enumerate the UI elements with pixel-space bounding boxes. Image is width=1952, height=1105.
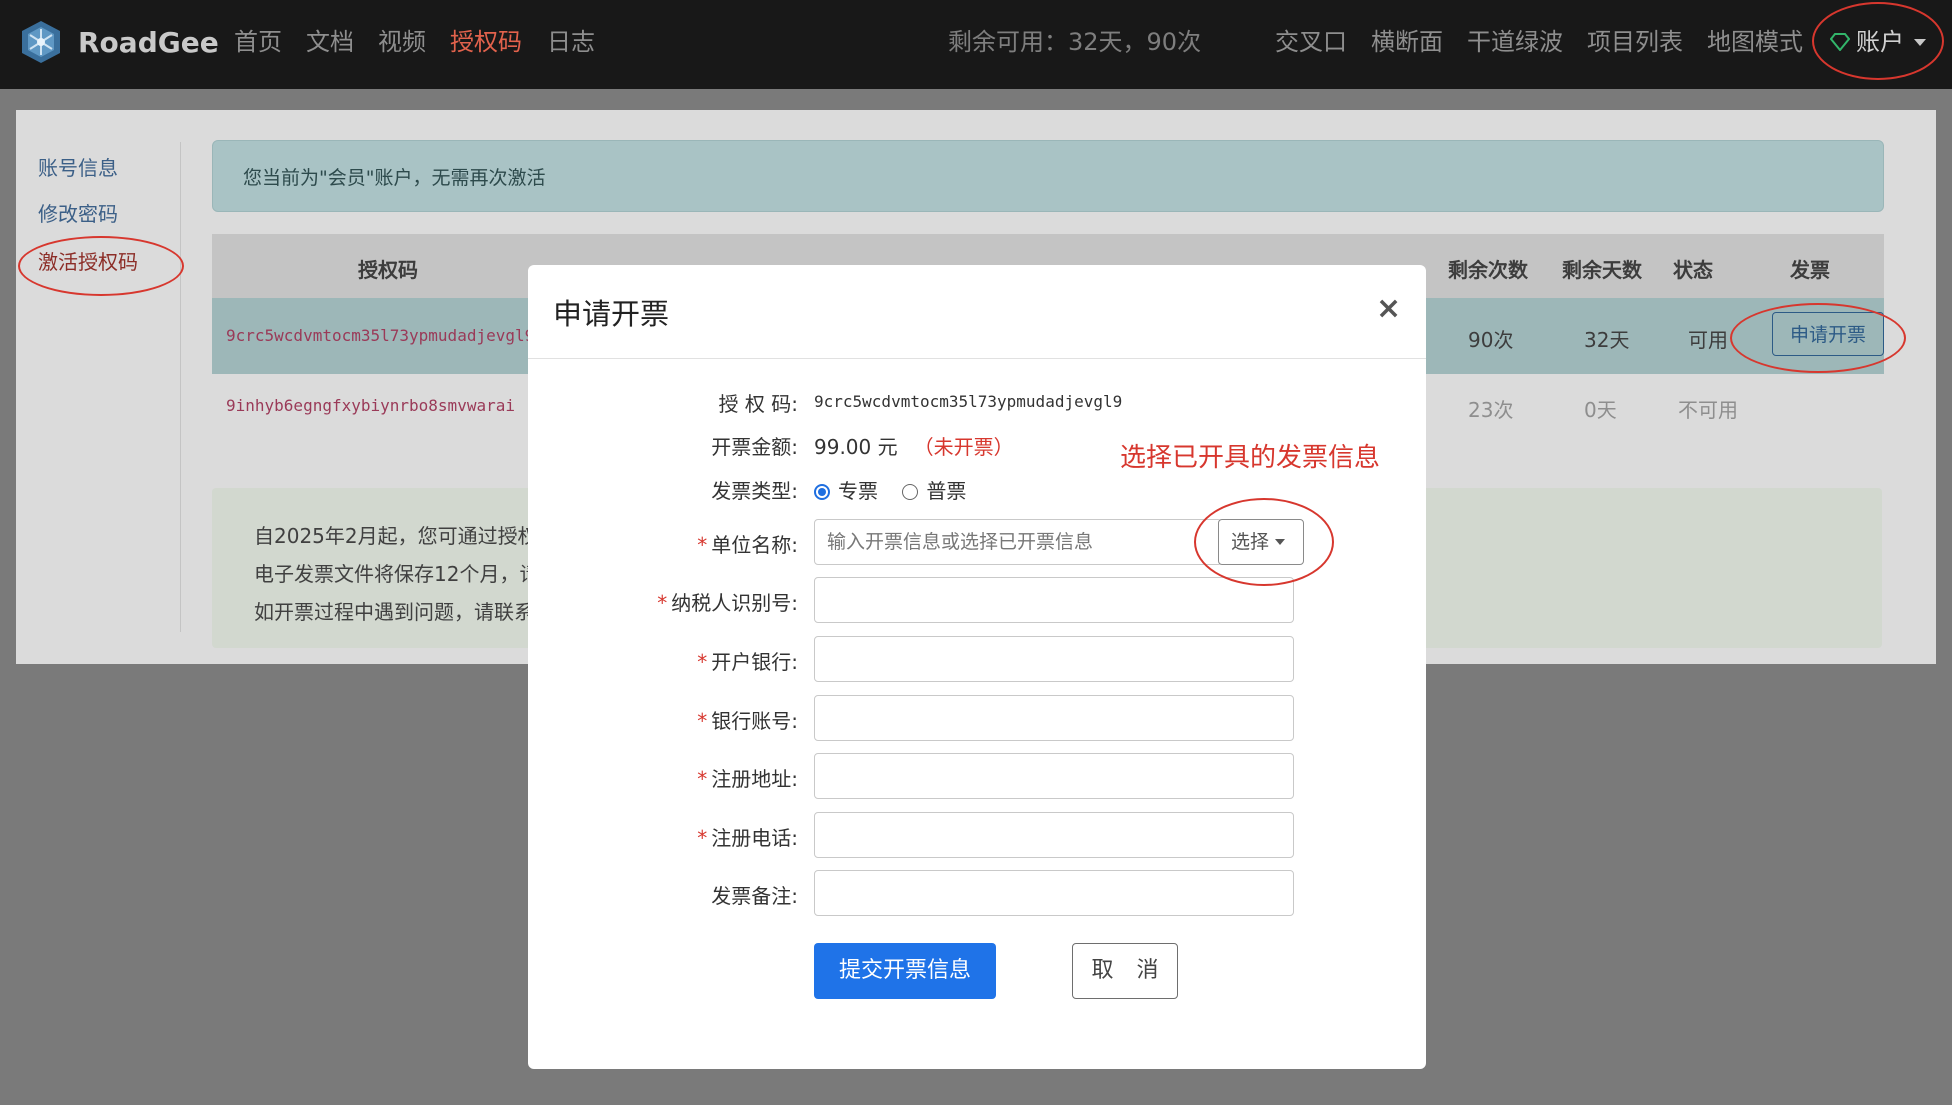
info-line: 电子发票文件将保存12个月，请 — [254, 562, 540, 586]
nav-log[interactable]: 日志 — [547, 24, 595, 60]
code-label: 授 权 码: — [718, 392, 798, 416]
tax-id-input[interactable] — [814, 577, 1294, 623]
note-input[interactable] — [814, 870, 1294, 916]
invoice-type-label: 发票类型: — [711, 479, 798, 503]
alert-text: 您当前为"会员"账户，无需再次激活 — [243, 167, 546, 189]
highlight-circle-sidebar — [18, 236, 184, 296]
nav-intersection[interactable]: 交叉口 — [1275, 24, 1347, 60]
nav-green-wave[interactable]: 干道绿波 — [1467, 24, 1563, 60]
note-label: 发票备注: — [711, 884, 798, 908]
nav-cross-section[interactable]: 横断面 — [1371, 24, 1443, 60]
th-code: 授权码 — [358, 258, 418, 282]
member-alert: 您当前为"会员"账户，无需再次激活 — [212, 140, 1884, 212]
annotation-select-hint: 选择已开具的发票信息 — [1120, 443, 1381, 473]
sidebar-divider — [180, 142, 181, 632]
radio-special-label: 专票 — [838, 479, 878, 503]
invoice-type-group: 专票 普票 — [814, 475, 966, 504]
modal-title: 申请开票 — [553, 297, 670, 331]
phone-label: * 注册电话: — [697, 826, 798, 850]
address-input[interactable] — [814, 753, 1294, 799]
info-line: 如开票过程中遇到问题，请联系 — [254, 600, 534, 624]
account-number-input[interactable] — [814, 695, 1294, 741]
radio-normal-invoice[interactable] — [902, 484, 919, 500]
th-status: 状态 — [1673, 258, 1713, 282]
modal-divider — [528, 358, 1426, 359]
sidebar-item-account-info[interactable]: 账号信息 — [38, 152, 118, 181]
remaining-quota: 剩余可用：32天，90次 — [948, 28, 1202, 56]
amount-status: （未开票） — [913, 435, 1014, 459]
nav-docs[interactable]: 文档 — [306, 24, 354, 60]
nav-videos[interactable]: 视频 — [378, 24, 426, 60]
highlight-circle-select — [1194, 498, 1334, 586]
remaining-times: 90次 — [1468, 328, 1514, 352]
company-name-input[interactable] — [814, 519, 1222, 565]
remaining-days: 0天 — [1584, 398, 1617, 422]
code-value: 9crc5wcdvmtocm35l73ypmudadjevgl9 — [814, 392, 1123, 411]
close-icon[interactable]: × — [1376, 291, 1401, 326]
remaining-times: 23次 — [1468, 398, 1514, 422]
cancel-button[interactable]: 取 消 — [1072, 943, 1178, 999]
info-line: 自2025年2月起，您可通过授权 — [254, 524, 538, 548]
th-remaining-days: 剩余天数 — [1562, 258, 1642, 282]
phone-input[interactable] — [814, 812, 1294, 858]
top-navbar: RoadGee 首页 文档 视频 授权码 日志 剩余可用：32天，90次 交叉口… — [0, 0, 1952, 89]
license-code: 9inhyb6egngfxybiynrbo8smvwarai — [226, 396, 515, 415]
submit-invoice-button[interactable]: 提交开票信息 — [814, 943, 996, 999]
nav-map-mode[interactable]: 地图模式 — [1707, 24, 1803, 60]
invoice-modal: 申请开票 × 授 权 码: 9crc5wcdvmtocm35l73ypmudad… — [528, 265, 1426, 1069]
amount-value: 99.00 元 — [814, 435, 898, 459]
company-label: * 单位名称: — [697, 533, 798, 557]
license-code: 9crc5wcdvmtocm35l73ypmudadjevgl9 — [226, 326, 535, 345]
roadgee-logo-icon — [22, 21, 60, 63]
sidebar-item-change-password[interactable]: 修改密码 — [38, 198, 118, 227]
brand-name: RoadGee — [78, 25, 219, 59]
status: 不可用 — [1678, 398, 1738, 422]
tax-id-label: * 纳税人识别号: — [657, 591, 798, 615]
address-label: * 注册地址: — [697, 767, 798, 791]
status: 可用 — [1688, 328, 1728, 352]
nav-project-list[interactable]: 项目列表 — [1587, 24, 1683, 60]
bank-input[interactable] — [814, 636, 1294, 682]
bank-label: * 开户银行: — [697, 650, 798, 674]
nav-license-code[interactable]: 授权码 — [450, 24, 522, 60]
radio-normal-label: 普票 — [926, 479, 967, 503]
brand[interactable]: RoadGee — [18, 18, 219, 66]
highlight-circle-apply-invoice — [1730, 303, 1906, 373]
th-invoice: 发票 — [1790, 258, 1830, 282]
radio-special-invoice[interactable] — [814, 484, 830, 500]
amount-row: 99.00 元 （未开票） — [814, 431, 1014, 460]
highlight-circle-account — [1812, 2, 1944, 80]
amount-label: 开票金额: — [711, 435, 798, 459]
account-number-label: * 银行账号: — [697, 709, 798, 733]
nav-home[interactable]: 首页 — [234, 24, 282, 60]
th-remaining-times: 剩余次数 — [1448, 258, 1528, 282]
remaining-days: 32天 — [1584, 328, 1630, 352]
